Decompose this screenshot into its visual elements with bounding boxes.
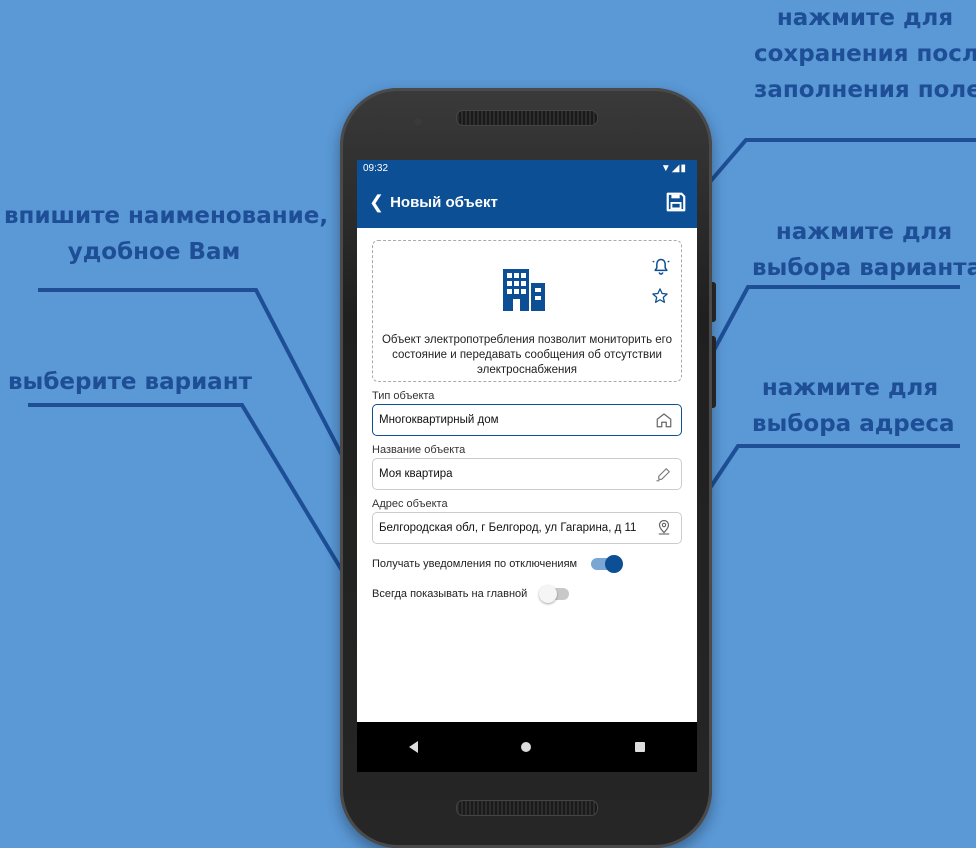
phone-speaker-top [456,110,598,126]
show-main-toggle-row: Всегда показывать на главной [372,584,682,604]
form-content: Объект электропотребления позволит монит… [357,228,697,604]
phone-speaker-bottom [456,800,598,816]
leader-address [670,444,960,547]
save-icon[interactable] [665,191,687,213]
status-icons: ▼◢▮ [660,162,687,174]
map-pin-icon[interactable] [655,519,673,537]
leader-choose [28,403,366,609]
star-icon[interactable] [651,287,669,305]
leader-save [688,138,976,207]
name-field-label: Название объекта [372,444,466,456]
annotation-name: впишите наименование, удобное Вам [4,203,329,265]
status-time: 09:32 [363,162,389,174]
pencil-icon[interactable] [655,465,673,483]
status-bar: 09:32 ▼◢▮ [357,160,697,176]
info-card-text: Объект электропотребления позволит монит… [381,334,673,376]
back-icon: ❮ [369,191,385,212]
android-nav-bar [357,722,697,772]
object-name-input[interactable]: Моя квартира [372,458,682,490]
notifications-toggle[interactable] [591,555,624,573]
phone-camera [414,118,422,126]
back-button[interactable]: ❮ Новый объект [369,192,498,213]
annotation-save: нажмите для сохранения после заполнения … [754,5,976,103]
object-type-value: Многоквартирный дом [379,414,499,426]
nav-back-icon[interactable] [408,741,418,753]
nav-recent-icon[interactable] [635,742,646,752]
bell-icon[interactable] [651,257,671,277]
address-field-label: Адрес объекта [372,498,448,510]
info-card: Объект электропотребления позволит монит… [372,240,682,382]
show-main-toggle[interactable] [539,585,570,603]
app-bar: ❮ Новый объект [357,176,697,228]
toggle-knob [539,585,558,603]
object-address-input[interactable]: Белгородская обл, г Белгород, ул Гагарин… [372,512,682,544]
object-address-value: Белгородская обл, г Белгород, ул Гагарин… [379,522,637,534]
app-screen: 09:32 ▼◢▮ ❮ Новый объект Объект электроп… [357,160,697,772]
object-type-select[interactable]: Многоквартирный дом [372,404,682,436]
building-icon [503,269,545,311]
type-field-label: Тип объекта [372,390,435,402]
page-title: Новый объект [390,193,498,211]
nav-home-icon[interactable] [521,742,532,752]
toggle-knob [605,555,624,573]
show-main-toggle-label: Всегда показывать на главной [372,588,528,600]
annotation-type-choice: нажмите для выбора варианта [752,219,976,281]
house-icon[interactable] [655,411,673,429]
notifications-toggle-label: Получать уведомления по отключениям [372,558,578,570]
annotation-address-choice: нажмите для выбора адреса [752,375,955,437]
annotation-choose: выберите вариант [8,369,252,395]
notifications-toggle-row: Получать уведомления по отключениям [372,554,682,574]
object-name-value: Моя квартира [379,468,453,480]
